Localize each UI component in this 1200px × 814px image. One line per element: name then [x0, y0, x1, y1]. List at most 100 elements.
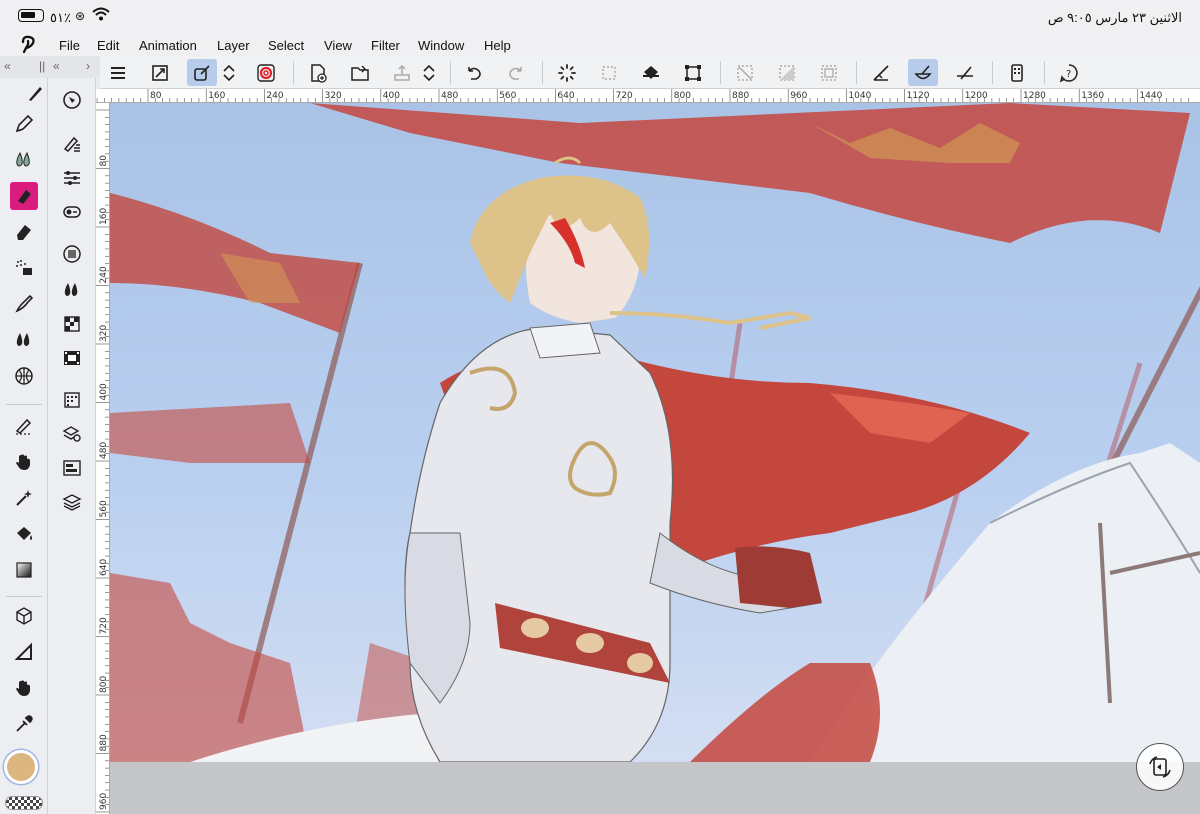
ruler-label: 320 — [325, 91, 342, 101]
perspective-icon[interactable] — [10, 362, 38, 390]
ruler-label: 80 — [99, 155, 109, 167]
ruler-label: 80 — [150, 91, 162, 101]
tool-property-icon[interactable] — [58, 164, 86, 192]
brush-icon[interactable] — [24, 82, 46, 104]
menu-window[interactable]: Window — [418, 38, 464, 53]
navigator-icon[interactable] — [58, 86, 86, 114]
vertical-ruler: 80 160 240 320 400 480 560 640 720 800 880 960 — [96, 103, 110, 814]
palette-header: « || « › — [0, 56, 100, 78]
ruler-label: 720 — [616, 91, 633, 101]
help-icon[interactable]: ? — [1054, 59, 1084, 86]
command-bar: ? — [100, 56, 1200, 89]
color-set-icon[interactable] — [58, 276, 86, 304]
pen-icon[interactable] — [10, 110, 38, 138]
transparent-color-swatch[interactable] — [5, 796, 43, 810]
transform-icon[interactable] — [187, 59, 217, 86]
hand-icon[interactable] — [10, 448, 38, 476]
eraser-icon[interactable] — [10, 218, 38, 246]
ruler-label: 1040 — [848, 91, 871, 101]
clear-selection-icon[interactable] — [730, 59, 760, 86]
timeline-icon[interactable] — [58, 344, 86, 372]
eyedropper-icon[interactable] — [10, 710, 38, 738]
hand-pan-icon[interactable] — [10, 674, 38, 702]
rotate-device-icon — [1149, 756, 1171, 778]
app-logo-icon[interactable] — [18, 34, 38, 54]
collapse-right-icon[interactable]: « — [53, 59, 60, 73]
color-circle-icon[interactable] — [58, 240, 86, 268]
battery-icon — [18, 9, 44, 22]
stepper-icon[interactable] — [219, 59, 239, 86]
material-icon[interactable] — [58, 310, 86, 338]
sub-tool-icon[interactable] — [58, 130, 86, 158]
gradient-selection-icon[interactable] — [772, 59, 802, 86]
menu-icon[interactable] — [103, 59, 133, 86]
straight-ruler-icon[interactable] — [950, 59, 980, 86]
ruler-label: 1200 — [965, 91, 988, 101]
battery-percent: ٥١٪ — [50, 10, 71, 25]
rotate-canvas-button[interactable] — [1136, 743, 1184, 791]
watercolor-icon[interactable] — [10, 146, 38, 174]
ruler-label: 880 — [732, 91, 749, 101]
menu-view[interactable]: View — [324, 38, 352, 53]
canvas-area[interactable] — [110, 103, 1200, 814]
drops-icon[interactable] — [10, 326, 38, 354]
layer-property-icon[interactable] — [58, 386, 86, 414]
ruler-label: 160 — [99, 208, 109, 225]
ruler-label: 560 — [499, 91, 516, 101]
layers-icon[interactable] — [58, 488, 86, 516]
ruler-label: 480 — [441, 91, 458, 101]
ruler-label: 880 — [99, 734, 109, 751]
ruler-label: 800 — [99, 676, 109, 693]
menu-select[interactable]: Select — [268, 38, 304, 53]
ruler-label: 1120 — [907, 91, 930, 101]
grip-icon[interactable]: || — [39, 59, 45, 73]
menu-layer[interactable]: Layer — [217, 38, 250, 53]
canvas-expand-icon[interactable] — [145, 59, 175, 86]
menu-filter[interactable]: Filter — [371, 38, 400, 53]
crop-icon[interactable] — [678, 59, 708, 86]
export-icon[interactable] — [387, 59, 417, 86]
fill-icon[interactable] — [636, 59, 666, 86]
menu-edit[interactable]: Edit — [97, 38, 119, 53]
object-icon[interactable] — [10, 602, 38, 630]
magic-wand-icon[interactable] — [10, 484, 38, 512]
loading-icon[interactable] — [552, 59, 582, 86]
menu-animation[interactable]: Animation — [139, 38, 197, 53]
ruler-label: 640 — [557, 91, 574, 101]
menu-file[interactable]: File — [59, 38, 80, 53]
ruler-label: 480 — [99, 442, 109, 459]
collapse-left-icon[interactable]: « — [4, 59, 11, 73]
ruler-label: 400 — [99, 383, 109, 400]
brush-size-icon[interactable] — [58, 198, 86, 226]
search-layer-icon[interactable] — [58, 420, 86, 448]
device-icon[interactable] — [1002, 59, 1032, 86]
deselect-icon[interactable] — [594, 59, 624, 86]
wifi-icon — [92, 7, 110, 21]
tool-palette — [0, 78, 48, 814]
ruler-label: 720 — [99, 617, 109, 634]
ruler-snap-icon[interactable] — [866, 59, 896, 86]
airbrush-icon[interactable] — [10, 254, 38, 282]
bucket-icon[interactable] — [10, 520, 38, 548]
svg-text:?: ? — [1066, 69, 1071, 80]
gradient-icon[interactable] — [10, 556, 38, 584]
stepper-icon[interactable] — [419, 59, 439, 86]
new-canvas-icon[interactable] — [303, 59, 333, 86]
brush-stroke-icon[interactable] — [908, 59, 938, 86]
ruler-label: 560 — [99, 500, 109, 517]
redo-icon[interactable] — [501, 59, 531, 86]
palette-switcher — [48, 78, 96, 814]
artwork[interactable] — [110, 103, 1200, 762]
realtime-icon[interactable] — [251, 59, 281, 86]
open-folder-icon[interactable] — [345, 59, 375, 86]
marker-icon[interactable] — [10, 182, 38, 210]
expand-icon[interactable]: › — [86, 59, 90, 73]
blend-icon[interactable] — [10, 290, 38, 318]
layer-box-icon[interactable] — [814, 59, 844, 86]
main-color-swatch[interactable] — [4, 750, 38, 784]
undo-icon[interactable] — [459, 59, 489, 86]
correct-line-icon[interactable] — [10, 412, 38, 440]
menu-help[interactable]: Help — [484, 38, 511, 53]
figure-icon[interactable] — [10, 638, 38, 666]
layer-panel-icon[interactable] — [58, 454, 86, 482]
